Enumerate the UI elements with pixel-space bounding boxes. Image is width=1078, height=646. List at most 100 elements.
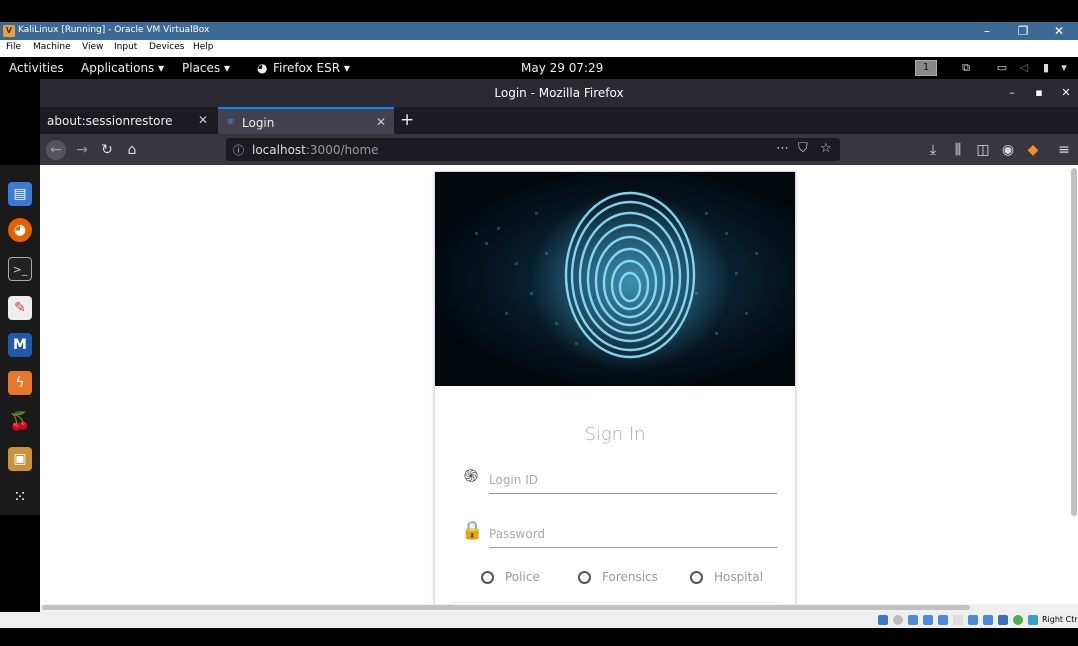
url-bar[interactable]: ⓘ localhost:3000/home ⋯ ⛉ ☆ xyxy=(226,138,840,161)
tab-sessionrestore[interactable]: about:sessionrestore ✕ xyxy=(40,107,218,134)
metamask-extension-icon[interactable]: ◆ xyxy=(1023,140,1043,160)
firefox-close-icon[interactable]: ✕ xyxy=(1056,85,1076,101)
page-content: Sign In ֍ 🔒 Police Forensics Hospital xyxy=(40,165,1078,612)
firefox-minimize-icon[interactable]: – xyxy=(1002,85,1022,101)
display-icon[interactable]: ▭ xyxy=(995,61,1009,75)
new-tab-button[interactable]: + xyxy=(400,110,414,130)
mouse-integration-icon[interactable] xyxy=(1028,615,1038,625)
login-id-field-wrapper xyxy=(489,468,777,494)
virtualbox-title-bar: V KaliLinux [Running] - Oracle VM Virtua… xyxy=(0,22,1078,40)
usb-icon[interactable] xyxy=(938,615,948,625)
menu-view[interactable]: View xyxy=(82,42,103,52)
virtualbox-menu-bar: File Machine View Input Devices Help xyxy=(0,40,1078,57)
sign-in-title: Sign In xyxy=(584,424,646,445)
home-icon[interactable]: ⌂ xyxy=(122,140,142,160)
system-menu-chevron-icon[interactable]: ▾ xyxy=(1057,61,1071,75)
activities-button[interactable]: Activities xyxy=(9,61,64,75)
gnome-top-bar: Activities Applications ▾ Places ▾ ◕ Fir… xyxy=(0,57,1078,79)
sidebar-icon[interactable]: ◫ xyxy=(973,140,993,160)
react-favicon-icon: ⚛ xyxy=(226,117,235,128)
shared-folders-icon[interactable] xyxy=(953,615,963,625)
firefox-app-menu-icon: ◕ xyxy=(257,61,268,75)
menu-input[interactable]: Input xyxy=(114,42,137,52)
firefox-maximize-icon[interactable]: ▪ xyxy=(1029,85,1049,101)
fingerprint-icon xyxy=(475,191,758,372)
library-icon[interactable]: ⫼ xyxy=(948,140,968,160)
forward-arrow-icon[interactable]: → xyxy=(72,140,92,160)
card-divider xyxy=(453,602,777,603)
password-input[interactable] xyxy=(489,522,777,546)
metasploit-icon[interactable]: M xyxy=(8,333,32,357)
radio-label: Forensics xyxy=(602,570,658,584)
reload-icon[interactable]: ↻ xyxy=(97,140,117,160)
horizontal-scrollbar-thumb[interactable] xyxy=(42,605,970,610)
firefox-icon[interactable]: ◕ xyxy=(8,218,32,242)
radio-circle[interactable] xyxy=(481,571,494,584)
show-applications-icon[interactable]: ⁙ xyxy=(8,485,32,509)
password-field-wrapper xyxy=(489,522,777,548)
network-adapter-icon[interactable] xyxy=(923,615,933,625)
clock[interactable]: May 29 07:29 xyxy=(521,61,603,75)
terminal-icon[interactable]: >_ xyxy=(8,257,32,281)
close-icon[interactable]: ✕ xyxy=(1044,23,1074,39)
network-icon[interactable]: ⧉ xyxy=(959,61,973,75)
firefox-title-bar: Login - Mozilla Firefox – ▪ ✕ xyxy=(40,79,1078,107)
package-icon[interactable]: ▣ xyxy=(8,447,32,471)
navigation-toolbar: ← → ↻ ⌂ ⓘ localhost:3000/home ⋯ ⛉ ☆ ⤓ ⫼ … xyxy=(40,134,1078,165)
bookmark-star-icon[interactable]: ☆ xyxy=(820,141,832,156)
optical-drive-icon[interactable] xyxy=(893,615,903,625)
burpsuite-icon[interactable]: ϟ xyxy=(8,371,32,395)
account-icon[interactable]: ◉ xyxy=(998,140,1018,160)
menu-devices[interactable]: Devices xyxy=(149,42,184,52)
page-actions-icon[interactable]: ⋯ xyxy=(776,141,789,156)
fingerprint-hero-image xyxy=(435,172,795,386)
login-id-input[interactable] xyxy=(489,468,777,492)
tab-label: about:sessionrestore xyxy=(47,114,173,128)
fingerprint-field-icon: ֍ xyxy=(463,466,479,487)
cpu-icon[interactable] xyxy=(1013,615,1023,625)
menu-help[interactable]: Help xyxy=(193,42,214,52)
close-tab-icon[interactable]: ✕ xyxy=(376,115,386,129)
tab-login[interactable]: ⚛ Login ✕ xyxy=(218,107,394,134)
vertical-scrollbar[interactable] xyxy=(1071,168,1077,516)
radio-circle[interactable] xyxy=(578,571,591,584)
tab-strip: about:sessionrestore ✕ ⚛ Login ✕ + xyxy=(40,107,1078,134)
workspace-indicator[interactable]: 1 xyxy=(915,60,937,76)
volume-icon[interactable]: ◁ xyxy=(1017,61,1031,75)
host-key-label: Right Ctrl xyxy=(1042,615,1078,624)
url-text[interactable]: localhost:3000/home xyxy=(252,143,379,157)
recording-icon[interactable] xyxy=(983,615,993,625)
places-menu[interactable]: Places ▾ xyxy=(182,61,230,75)
display-status-icon[interactable] xyxy=(968,615,978,625)
firefox-window-title: Login - Mozilla Firefox xyxy=(494,86,624,100)
text-editor-icon[interactable]: ✎ xyxy=(8,296,32,320)
files-icon[interactable]: ▤ xyxy=(8,182,32,206)
minimize-icon[interactable]: – xyxy=(972,23,1002,39)
back-arrow-icon[interactable]: ← xyxy=(46,140,66,160)
battery-icon[interactable]: ▮ xyxy=(1039,61,1053,75)
tab-label: Login xyxy=(242,116,275,130)
applications-menu[interactable]: Applications ▾ xyxy=(81,61,164,75)
close-tab-icon[interactable]: ✕ xyxy=(198,113,208,127)
menu-machine[interactable]: Machine xyxy=(33,42,71,52)
virtualbox-window-title: KaliLinux [Running] - Oracle VM VirtualB… xyxy=(18,25,210,35)
hamburger-menu-icon[interactable]: ≡ xyxy=(1054,140,1074,160)
virtualbox-status-bar: Right Ctrl xyxy=(0,612,1078,628)
restore-icon[interactable]: ❐ xyxy=(1008,23,1038,39)
menu-file[interactable]: File xyxy=(6,42,21,52)
dock: ▤ ◕ >_ ✎ M ϟ 🍒 ▣ ⁙ xyxy=(0,165,40,515)
site-info-icon[interactable]: ⓘ xyxy=(233,142,244,158)
app-menu[interactable]: Firefox ESR ▾ xyxy=(273,61,350,75)
radio-label: Police xyxy=(505,570,540,584)
lock-icon: 🔒 xyxy=(461,520,484,541)
radio-circle[interactable] xyxy=(690,571,703,584)
hard-disk-icon[interactable] xyxy=(878,615,888,625)
downloads-icon[interactable]: ⤓ xyxy=(923,140,943,160)
login-card: Sign In ֍ 🔒 Police Forensics Hospital xyxy=(434,171,796,612)
virtualbox-logo-icon: V xyxy=(3,25,15,37)
audio-icon[interactable] xyxy=(908,615,918,625)
pocket-icon[interactable]: ⛉ xyxy=(798,141,808,156)
cherrytree-icon[interactable]: 🍒 xyxy=(8,410,32,434)
virtualization-icon[interactable] xyxy=(998,615,1008,625)
radio-label: Hospital xyxy=(714,570,763,584)
